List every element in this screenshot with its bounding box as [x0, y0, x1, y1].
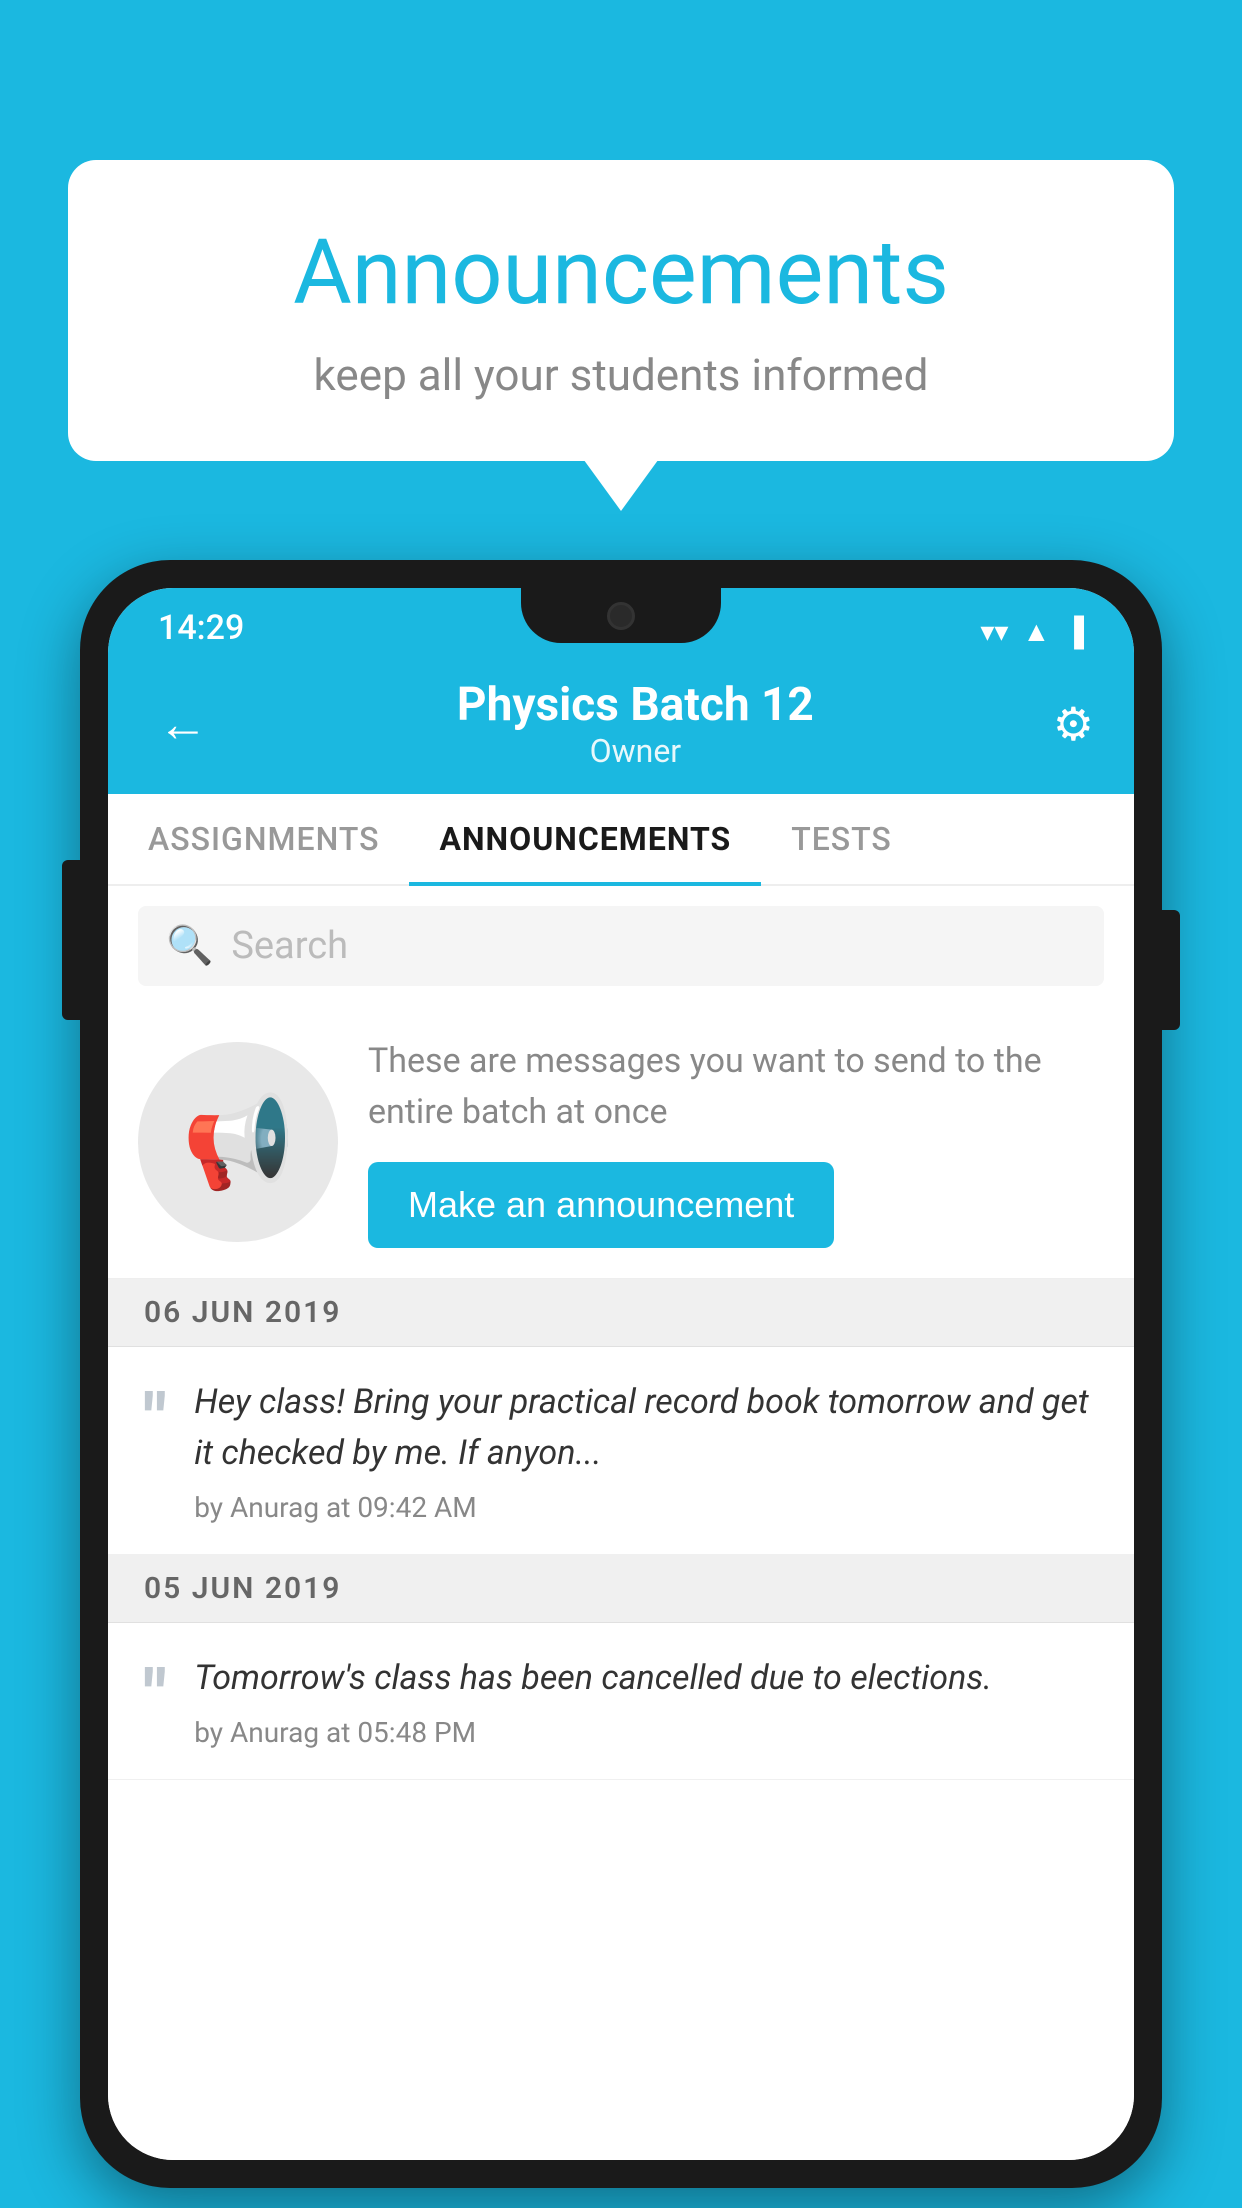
back-button[interactable]: ← [148, 685, 218, 764]
announcement-message-2: Tomorrow's class has been cancelled due … [194, 1653, 1098, 1704]
app-header: ← Physics Batch 12 Owner ⚙ [108, 658, 1134, 794]
announcement-text-2: Tomorrow's class has been cancelled due … [194, 1653, 1098, 1749]
screen-content: ← Physics Batch 12 Owner ⚙ ASSIGNMENTS A… [108, 658, 1134, 2160]
search-bar[interactable]: 🔍 Search [138, 906, 1104, 986]
signal-icon: ▲ [1022, 615, 1050, 648]
announcement-promo: 📢 These are messages you want to send to… [108, 1006, 1134, 1279]
front-camera [607, 602, 635, 630]
announcement-message-1: Hey class! Bring your practical record b… [194, 1377, 1098, 1479]
date-separator-june5: 05 JUN 2019 [108, 1555, 1134, 1623]
make-announcement-button[interactable]: Make an announcement [368, 1162, 834, 1248]
announcement-meta-2: by Anurag at 05:48 PM [194, 1716, 1098, 1749]
tab-assignments[interactable]: ASSIGNMENTS [118, 794, 409, 884]
speech-bubble: Announcements keep all your students inf… [68, 160, 1174, 461]
search-container: 🔍 Search [108, 886, 1134, 1006]
header-title: Physics Batch 12 [457, 678, 814, 732]
search-icon: 🔍 [166, 924, 213, 968]
promo-description: These are messages you want to send to t… [368, 1036, 1104, 1138]
status-icons: ▾▾ ▲ ▐ [980, 615, 1084, 648]
settings-button[interactable]: ⚙ [1053, 697, 1094, 752]
tab-announcements[interactable]: ANNOUNCEMENTS [409, 794, 761, 884]
header-subtitle: Owner [457, 732, 814, 770]
announcement-item-1[interactable]: " Hey class! Bring your practical record… [108, 1347, 1134, 1555]
speech-bubble-section: Announcements keep all your students inf… [68, 160, 1174, 461]
date-separator-june6: 06 JUN 2019 [108, 1279, 1134, 1347]
tab-tests[interactable]: TESTS [761, 794, 922, 884]
promo-content: These are messages you want to send to t… [368, 1036, 1104, 1248]
speech-bubble-subtitle: keep all your students informed [138, 349, 1104, 401]
quote-icon-2: " [144, 1661, 166, 1731]
header-title-group: Physics Batch 12 Owner [457, 678, 814, 770]
megaphone-icon: 📢 [182, 1090, 294, 1195]
battery-icon: ▐ [1064, 615, 1084, 648]
phone-screen: 14:29 ▾▾ ▲ ▐ ← Physics Batch 12 Owner ⚙ [108, 588, 1134, 2160]
status-time: 14:29 [158, 608, 244, 648]
speech-bubble-title: Announcements [138, 220, 1104, 325]
content-area: 🔍 Search 📢 These are messages you want t… [108, 886, 1134, 2160]
quote-icon-1: " [144, 1385, 166, 1455]
wifi-icon: ▾▾ [980, 615, 1008, 648]
tabs-container: ASSIGNMENTS ANNOUNCEMENTS TESTS [108, 794, 1134, 886]
phone-outer: 14:29 ▾▾ ▲ ▐ ← Physics Batch 12 Owner ⚙ [80, 560, 1162, 2188]
announcement-meta-1: by Anurag at 09:42 AM [194, 1491, 1098, 1524]
phone-notch [521, 588, 721, 643]
announcement-text-1: Hey class! Bring your practical record b… [194, 1377, 1098, 1524]
promo-icon-circle: 📢 [138, 1042, 338, 1242]
phone-container: 14:29 ▾▾ ▲ ▐ ← Physics Batch 12 Owner ⚙ [80, 560, 1162, 2188]
announcement-item-2[interactable]: " Tomorrow's class has been cancelled du… [108, 1623, 1134, 1780]
search-placeholder: Search [231, 924, 348, 968]
